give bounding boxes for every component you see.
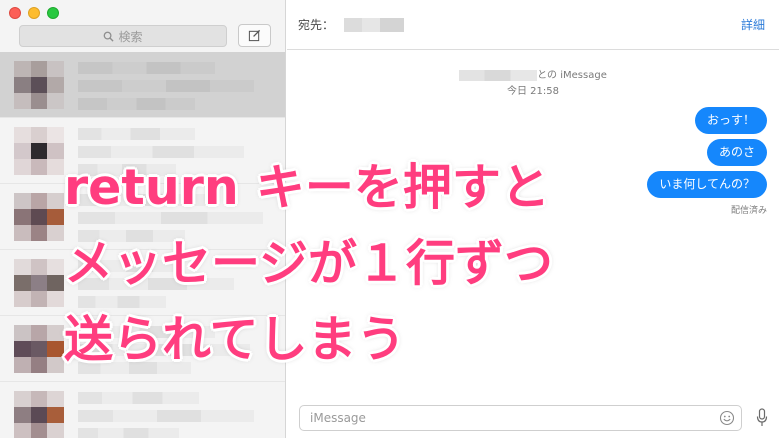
microphone-icon[interactable] — [756, 408, 768, 428]
message-bubble[interactable]: あのさ — [706, 139, 767, 166]
emoji-icon[interactable] — [719, 410, 735, 426]
conversation-info: との iMessage 今日 21:58 — [287, 68, 779, 100]
zoom-button[interactable] — [47, 7, 59, 19]
caption-line-2: メッセージが１行ずつ — [64, 235, 554, 292]
search-placeholder: 検索 — [118, 29, 143, 44]
timestamp: 今日 21:58 — [507, 86, 559, 97]
avatar — [14, 259, 64, 307]
compose-button[interactable] — [238, 24, 271, 47]
delivery-status: 配信済み — [730, 206, 767, 216]
service-label: との iMessage — [537, 70, 607, 81]
search-icon — [104, 31, 115, 42]
avatar — [14, 193, 64, 241]
avatar — [14, 391, 64, 438]
message-thread: おっす！ あのさ いま何してんの？ 配信済み — [647, 107, 767, 216]
message-placeholder: iMessage — [310, 411, 366, 425]
minimize-button[interactable] — [28, 7, 40, 19]
to-label: 宛先： — [298, 18, 335, 32]
search-input[interactable]: 検索 — [19, 25, 227, 47]
avatar — [14, 61, 64, 109]
caption-line-1: return キーを押すと — [64, 159, 550, 216]
window-controls — [9, 7, 59, 19]
recipient-field[interactable] — [344, 17, 405, 32]
details-link[interactable]: 詳細 — [741, 16, 765, 33]
conversation-header: 宛先： 詳細 — [287, 0, 779, 50]
list-item[interactable] — [0, 382, 285, 438]
contact-name — [459, 69, 538, 81]
list-item[interactable] — [0, 52, 285, 118]
message-input[interactable]: iMessage — [299, 405, 742, 431]
compose-icon — [248, 29, 261, 42]
close-button[interactable] — [9, 7, 21, 19]
caption-line-3: 送られてしまう — [64, 311, 406, 368]
message-bubble[interactable]: いま何してんの？ — [647, 171, 767, 198]
avatar — [14, 325, 64, 373]
avatar — [14, 127, 64, 175]
caption-overlay: return キーを押すと メッセージが１行ずつ 送られてしまう — [64, 150, 553, 378]
message-bubble[interactable]: おっす！ — [694, 107, 767, 134]
